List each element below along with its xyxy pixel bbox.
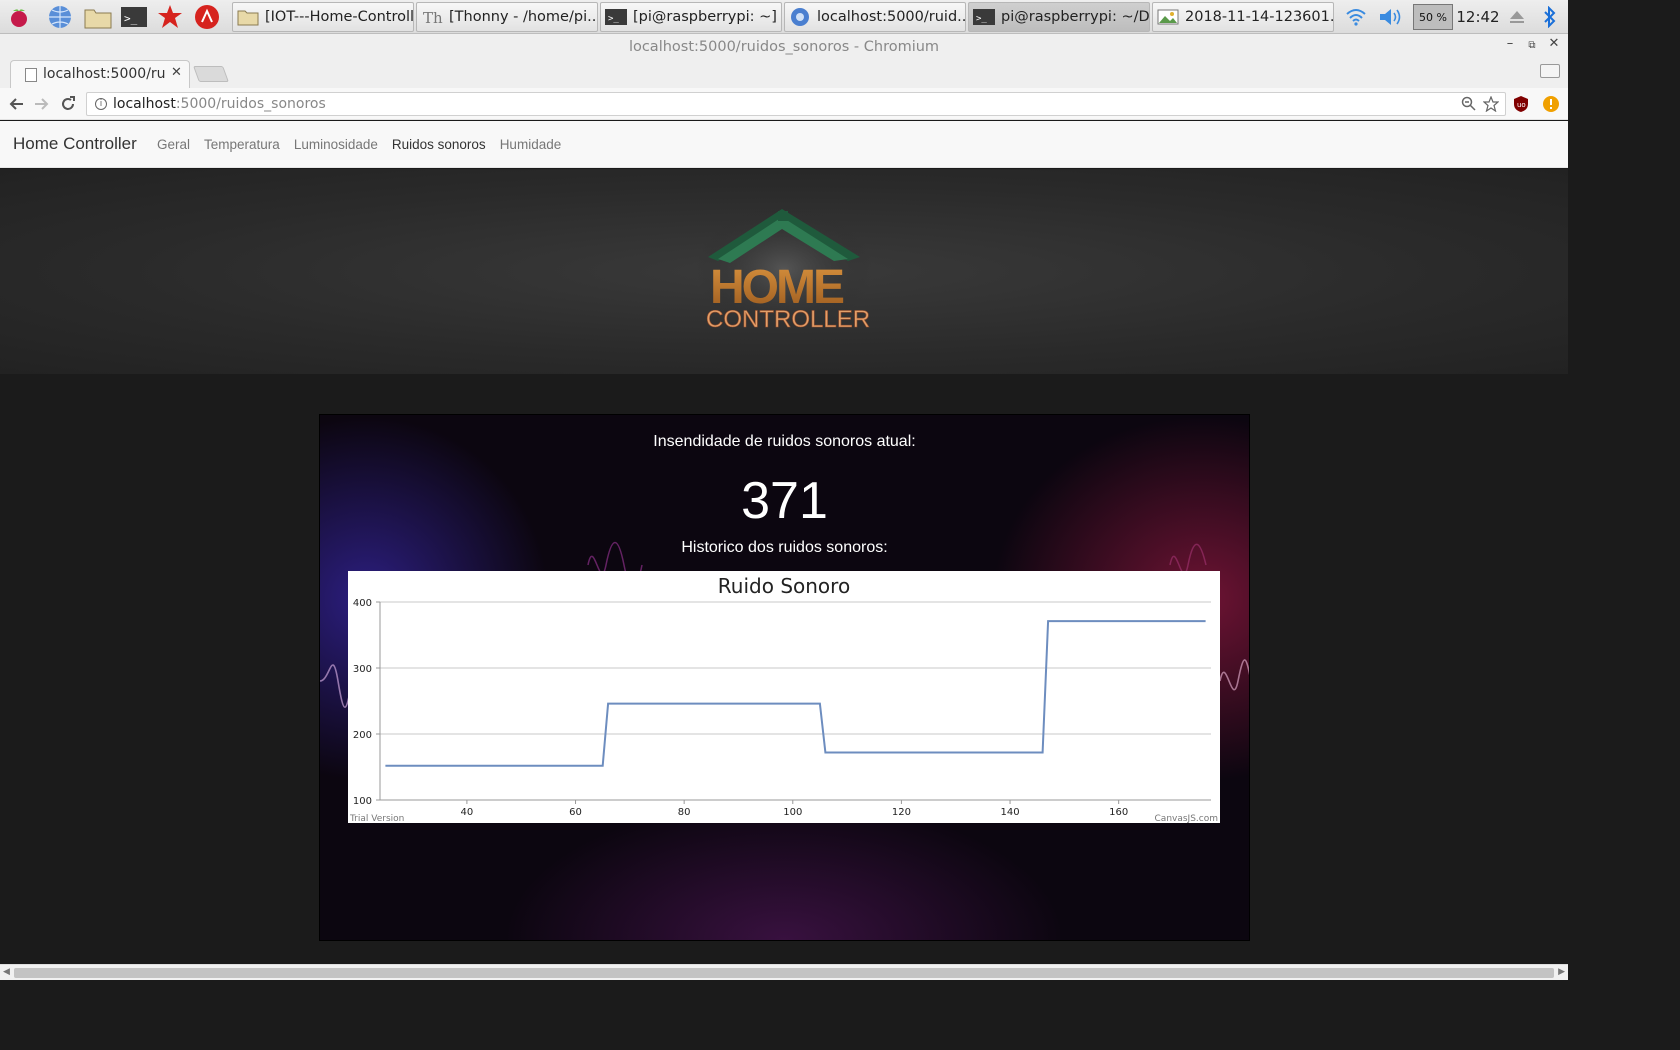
forward-icon[interactable] (31, 93, 53, 115)
x-tick-label: 60 (569, 807, 582, 818)
nav-links: Geral Temperatura Luminosidade Ruidos so… (157, 137, 561, 152)
back-icon[interactable] (5, 93, 27, 115)
eject-icon[interactable] (1506, 0, 1528, 34)
url-text: localhost:5000/ruidos_sonoros (113, 96, 326, 112)
current-noise-value: 371 (741, 472, 828, 530)
noise-panel: Insendidade de ruidos sonoros atual: 371… (319, 414, 1250, 941)
terminal-icon: >_ (973, 7, 995, 27)
chart-canvasjs-watermark: CanvasJS.com (1155, 814, 1218, 823)
home-controller-logo: HOME CONTROLLER (696, 207, 872, 333)
svg-text:>_: >_ (124, 12, 138, 25)
wifi-icon[interactable] (1342, 0, 1370, 34)
noise-chart: 100 200 300 400 40 60 80 100 120 140 160 Ruido So… (348, 571, 1220, 824)
window-title: localhost:5000/ruidos_sonoros - Chromium (0, 34, 1568, 60)
cpu-usage-label: 50 % (1413, 4, 1453, 30)
task-label: localhost:5000/ruid... (817, 9, 966, 25)
address-bar[interactable]: i localhost:5000/ruidos_sonoros (86, 92, 1506, 116)
task-label: 2018-11-14-123601... (1185, 9, 1334, 25)
thonny-icon: Th (421, 7, 443, 27)
task-label: [pi@raspberrypi: ~] (633, 9, 777, 25)
web-browser-icon[interactable] (46, 3, 74, 31)
taskbar-task-chromium[interactable]: localhost:5000/ruid... (784, 2, 966, 32)
site-navbar: Home Controller Geral Temperatura Lumino… (0, 121, 1568, 168)
raspberry-menu-icon[interactable] (5, 3, 33, 31)
svg-text:>_: >_ (976, 14, 987, 24)
reload-icon[interactable] (57, 93, 79, 115)
nav-link-humidade[interactable]: Humidade (500, 137, 562, 152)
close-icon[interactable]: ✕ (1546, 36, 1562, 51)
nav-link-geral[interactable]: Geral (157, 137, 190, 152)
image-icon (1157, 7, 1179, 27)
tab-close-icon[interactable]: ✕ (171, 65, 182, 80)
minimize-icon[interactable]: – (1502, 36, 1518, 51)
svg-text:>_: >_ (608, 14, 619, 24)
warning-icon[interactable] (1542, 95, 1560, 117)
math-app-icon[interactable] (156, 3, 184, 31)
nav-link-ruidos-sonoros[interactable]: Ruidos sonoros (392, 137, 486, 152)
svg-text:Th: Th (423, 9, 443, 26)
x-tick-label: 40 (461, 807, 474, 818)
scroll-left-icon[interactable]: ◀ (3, 967, 10, 977)
nav-link-temperatura[interactable]: Temperatura (204, 137, 280, 152)
volume-icon[interactable] (1376, 0, 1406, 34)
chart-trial-watermark: Trial Version (349, 814, 404, 823)
x-tick-label: 120 (892, 807, 911, 818)
x-tick-label: 160 (1109, 807, 1128, 818)
nav-link-luminosidade[interactable]: Luminosidade (294, 137, 378, 152)
new-tab-button[interactable] (193, 66, 229, 82)
scroll-right-icon[interactable]: ▶ (1558, 967, 1565, 977)
noise-series-line (385, 620, 1206, 767)
browser-tab[interactable]: localhost:5000/ruidos_sonoros ✕ (10, 60, 190, 88)
x-tick-label: 100 (783, 807, 802, 818)
bookmark-star-icon[interactable] (1482, 95, 1500, 116)
cpu-monitor[interactable]: 50 % (1412, 0, 1454, 34)
task-label: pi@raspberrypi: ~/D... (1001, 9, 1150, 25)
page-icon (25, 68, 37, 82)
browser-toolbar: i localhost:5000/ruidos_sonoros uo (0, 88, 1568, 120)
y-tick-label: 100 (353, 796, 372, 807)
taskbar-task-image-viewer[interactable]: 2018-11-14-123601... (1152, 2, 1334, 32)
restore-icon[interactable]: ⧉ (1524, 40, 1540, 51)
bluetooth-icon[interactable] (1538, 0, 1562, 34)
zoom-icon[interactable] (1461, 96, 1477, 116)
terminal-icon[interactable]: >_ (120, 3, 148, 31)
file-manager-icon[interactable] (84, 3, 112, 31)
taskbar-task-terminal[interactable]: >_ [pi@raspberrypi: ~] (600, 2, 782, 32)
taskbar-task-terminal-2[interactable]: >_ pi@raspberrypi: ~/D... (968, 2, 1150, 32)
chart-title: Ruido Sonoro (718, 574, 850, 598)
site-info-icon[interactable]: i (95, 98, 107, 110)
wolfram-icon[interactable] (193, 3, 221, 31)
taskbar-task-thonny[interactable]: Th [Thonny - /home/pi... (416, 2, 598, 32)
noise-chart-svg: 100 200 300 400 40 60 80 100 120 140 160 Ruido So… (349, 574, 1218, 824)
clock[interactable]: 12:42 (1456, 0, 1500, 34)
folder-icon (237, 7, 259, 27)
current-noise-label: Insendidade de ruidos sonoros atual: (653, 433, 916, 450)
y-tick-label: 200 (353, 730, 372, 741)
horizontal-scrollbar[interactable]: ◀ ▶ (0, 964, 1568, 980)
tab-title: localhost:5000/ruidos_sonoros (43, 66, 165, 82)
scrollbar-thumb[interactable] (14, 968, 1554, 978)
profile-icon[interactable] (1540, 64, 1560, 78)
taskbar-task-file-manager[interactable]: [IOT---Home-Controll... (232, 2, 414, 32)
task-label: [Thonny - /home/pi... (449, 9, 598, 25)
y-tick-label: 400 (353, 598, 372, 609)
x-tick-label: 140 (1000, 807, 1019, 818)
terminal-icon: >_ (605, 7, 627, 27)
task-label: [IOT---Home-Controll... (265, 9, 414, 25)
svg-text:uo: uo (1517, 101, 1526, 109)
hero-banner: HOME CONTROLLER (0, 169, 1568, 374)
ublock-icon[interactable]: uo (1512, 95, 1530, 117)
noise-history-label: Historico dos ruidos sonoros: (681, 539, 888, 556)
x-tick-label: 80 (678, 807, 691, 818)
tab-strip: localhost:5000/ruidos_sonoros ✕ (0, 60, 1568, 88)
y-tick-label: 300 (353, 664, 372, 675)
logo-word-controller: CONTROLLER (706, 306, 870, 333)
chromium-icon (789, 7, 811, 27)
taskbar: >_ [IOT---Home-Controll... Th [Thonny - … (0, 0, 1568, 34)
brand-link[interactable]: Home Controller (13, 134, 137, 154)
